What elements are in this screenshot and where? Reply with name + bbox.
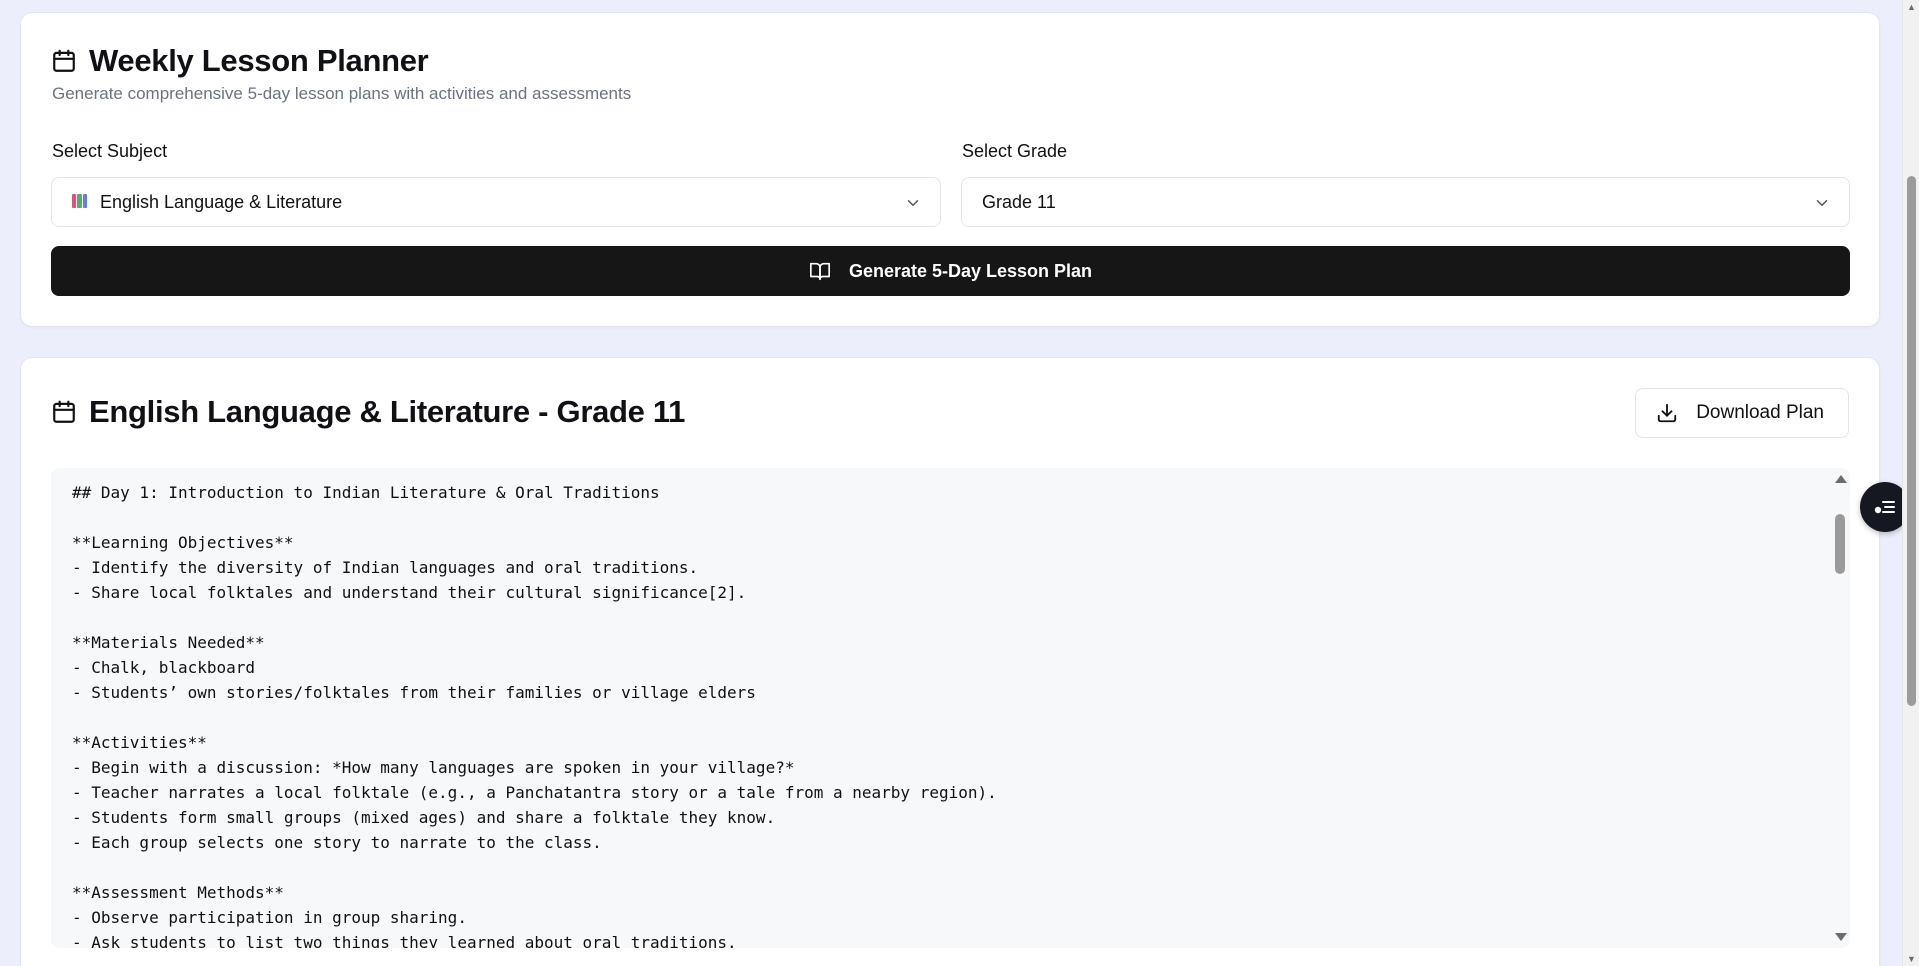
plan-line: [72, 705, 1812, 730]
page-subtitle: Generate comprehensive 5-day lesson plan…: [52, 84, 632, 103]
chevron-down-icon: [1816, 200, 1828, 206]
plan-line: - Students form small groups (mixed ages…: [72, 808, 776, 827]
page: Weekly Lesson Planner Generate comprehen…: [0, 0, 1919, 966]
grade-select[interactable]: Grade 11: [961, 177, 1850, 227]
plan-line: - Identify the diversity of Indian langu…: [72, 558, 699, 577]
plan-line: [72, 505, 1812, 530]
subject-select-value: English Language & Literature: [100, 191, 343, 212]
subject-select[interactable]: English Language & Literature: [51, 177, 941, 227]
page-scrollbar[interactable]: ▲ ▼: [1902, 0, 1919, 966]
download-plan-button[interactable]: Download Plan: [1635, 388, 1849, 438]
calendar-icon: [53, 400, 75, 423]
plan-line: **Learning Objectives**: [72, 533, 294, 552]
plan-line: - Students’ own stories/folktales from t…: [72, 683, 756, 702]
download-plan-label: Download Plan: [1696, 402, 1824, 423]
chevron-down-icon: [907, 200, 919, 206]
plan-line: [72, 855, 1812, 880]
subject-label: Select Subject: [52, 141, 168, 161]
plan-line: - Observe participation in group sharing…: [72, 908, 467, 927]
assistant-icon: [1874, 501, 1895, 514]
grade-label: Select Grade: [962, 141, 1068, 161]
page-scroll-down-arrow[interactable]: ▼: [1903, 952, 1919, 966]
plan-line: - Each group selects one story to narrat…: [72, 833, 602, 852]
plan-line: [72, 605, 1812, 630]
download-icon: [1658, 403, 1677, 423]
generate-plan-label: Generate 5-Day Lesson Plan: [848, 260, 1093, 281]
lesson-plan-content: ## Day 1: Introduction to Indian Literat…: [72, 480, 1812, 948]
planner-card: Weekly Lesson Planner Generate comprehen…: [20, 12, 1880, 327]
plan-line: - Ask students to list two things they l…: [72, 933, 737, 948]
page-scroll-up-arrow[interactable]: ▲: [1903, 0, 1919, 14]
plan-line: **Activities**: [72, 733, 207, 752]
plan-line: ## Day 1: Introduction to Indian Literat…: [72, 483, 660, 502]
lesson-plan-textarea[interactable]: ## Day 1: Introduction to Indian Literat…: [51, 468, 1850, 948]
scroll-down-arrow[interactable]: [1835, 933, 1847, 941]
plan-line: - Teacher narrates a local folktale (e.g…: [72, 783, 997, 802]
result-title: English Language & Literature - Grade 11: [89, 394, 686, 429]
page-title: Weekly Lesson Planner: [89, 43, 429, 78]
plan-line: - Chalk, blackboard: [72, 658, 256, 677]
plan-scroll-thumb[interactable]: [1835, 514, 1845, 574]
generate-plan-button[interactable]: Generate 5-Day Lesson Plan: [51, 246, 1850, 296]
plan-scrollbar[interactable]: [1830, 468, 1850, 948]
books-icon: [72, 194, 88, 210]
book-open-icon: [809, 262, 830, 281]
plan-line: - Begin with a discussion: *How many lan…: [72, 758, 795, 777]
page-scroll-thumb[interactable]: [1907, 176, 1916, 706]
scroll-up-arrow[interactable]: [1835, 475, 1847, 483]
grade-select-value: Grade 11: [982, 191, 1056, 212]
calendar-icon: [53, 49, 75, 72]
plan-line: - Share local folktales and understand t…: [72, 583, 747, 602]
plan-line: **Materials Needed**: [72, 633, 265, 652]
result-card: English Language & Literature - Grade 11…: [20, 357, 1880, 966]
planner-title-row: Weekly Lesson Planner: [51, 43, 429, 79]
plan-line: **Assessment Methods**: [72, 883, 284, 902]
result-title-row: English Language & Literature - Grade 11: [51, 394, 685, 430]
